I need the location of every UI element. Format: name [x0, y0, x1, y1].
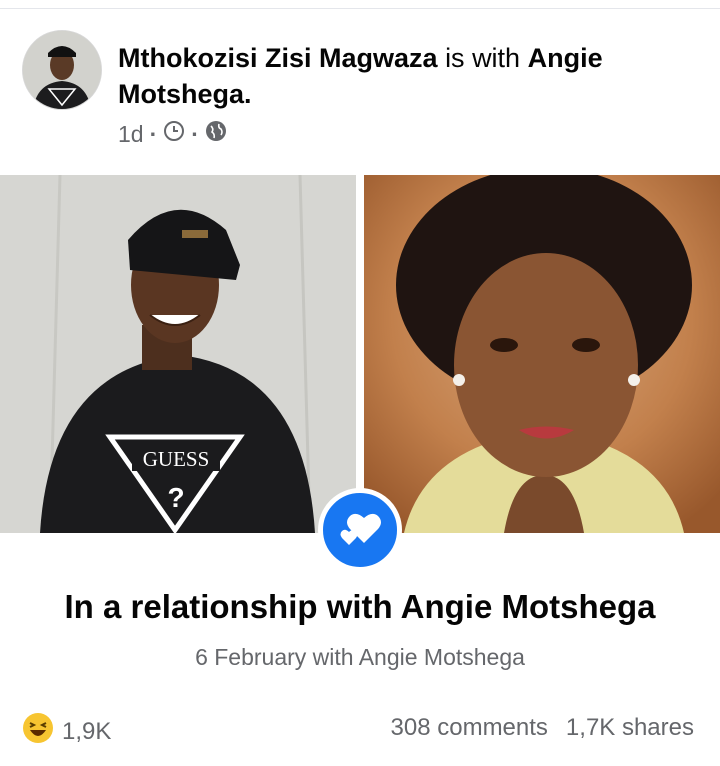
life-event-title: In a relationship with Angie Motshega	[64, 588, 656, 625]
svg-text:?: ?	[167, 482, 184, 513]
post-meta: 1d · ·	[118, 120, 227, 148]
globe-icon[interactable]	[205, 120, 227, 148]
clock-icon	[163, 120, 185, 148]
reactions-summary[interactable]: 1,9K	[22, 712, 111, 751]
reaction-count[interactable]: 1,9K	[62, 718, 111, 746]
top-divider	[0, 8, 720, 9]
with-text: is with	[445, 43, 521, 73]
meta-separator: ·	[191, 120, 199, 147]
photo-grid: GUESS ?	[0, 175, 720, 533]
post-title: Mthokozisi Zisi Magwaza is with Angie Mo…	[118, 40, 708, 112]
author-avatar[interactable]	[22, 30, 102, 110]
post-time[interactable]: 1d	[118, 121, 144, 148]
meta-separator: ·	[149, 120, 158, 147]
photo-person-left[interactable]: GUESS ?	[0, 175, 356, 533]
author-name[interactable]: Mthokozisi Zisi Magwaza	[118, 43, 438, 73]
svg-text:GUESS: GUESS	[143, 447, 210, 471]
shares-count[interactable]: 1,7K shares	[566, 714, 694, 742]
photo-person-right[interactable]	[364, 175, 720, 533]
engagement-counts: 308 comments 1,7K shares	[391, 714, 694, 742]
post-header: Mthokozisi Zisi Magwaza is with Angie Mo…	[22, 30, 702, 150]
hearts-icon	[338, 509, 382, 552]
post-footer: 1,9K 308 comments 1,7K shares	[22, 712, 694, 752]
life-event-badge	[318, 488, 402, 572]
comments-count[interactable]: 308 comments	[391, 714, 548, 742]
life-event-subtitle: 6 February with Angie Motshega	[195, 644, 525, 670]
laughing-emoji-icon	[22, 712, 54, 751]
